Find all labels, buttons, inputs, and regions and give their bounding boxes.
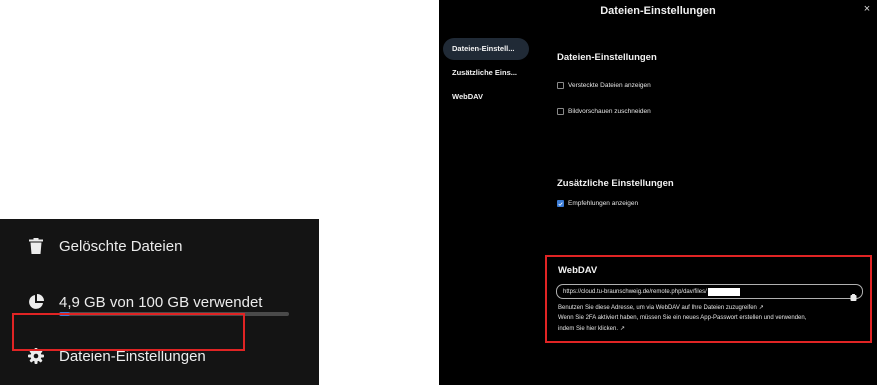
- trash-icon: [27, 237, 45, 255]
- show-hidden-files-checkbox[interactable]: [557, 82, 564, 89]
- show-hidden-files-label: Versteckte Dateien anzeigen: [568, 82, 651, 89]
- additional-settings-heading: Zusätzliche Einstellungen: [557, 178, 674, 189]
- dialog-title: Dateien-Einstellungen: [600, 5, 716, 17]
- dialog-nav-files-settings[interactable]: Dateien-Einstell...: [443, 38, 529, 60]
- webdav-app-password-link[interactable]: indem Sie hier klicken.: [558, 326, 618, 332]
- files-settings-heading: Dateien-Einstellungen: [557, 52, 657, 63]
- storage-quota-fill: [59, 312, 71, 316]
- deleted-files-item[interactable]: Gelöschte Dateien: [0, 228, 319, 264]
- webdav-hint-line: Benutzen Sie diese Adresse, um via WebDA…: [558, 304, 764, 311]
- show-recommendations-checkbox[interactable]: [557, 200, 564, 207]
- dialog-nav-additional-settings[interactable]: Zusätzliche Eins...: [443, 62, 529, 84]
- storage-quota-label: 4,9 GB von 100 GB verwendet: [59, 293, 263, 311]
- gear-icon: [27, 347, 45, 365]
- dialog-nav-webdav[interactable]: WebDAV: [443, 86, 529, 108]
- clipboard-icon[interactable]: [850, 288, 857, 301]
- external-link-icon[interactable]: ↗: [759, 305, 764, 311]
- storage-quota-bar: [59, 312, 289, 316]
- redacted-username: [707, 287, 740, 296]
- show-recommendations-option[interactable]: Empfehlungen anzeigen: [557, 200, 638, 207]
- files-settings-dialog: Dateien-Einstellungen × Dateien-Einstell…: [439, 0, 877, 385]
- external-link-icon[interactable]: ↗: [620, 326, 625, 332]
- crop-previews-option[interactable]: Bildvorschauen zuschneiden: [557, 108, 651, 115]
- webdav-hint-text: Benutzen Sie diese Adresse, um via WebDA…: [558, 305, 757, 311]
- webdav-heading: WebDAV: [558, 265, 598, 276]
- webdav-app-password-link-line[interactable]: indem Sie hier klicken. ↗: [558, 325, 625, 332]
- checkmark-icon: [558, 201, 563, 206]
- show-hidden-files-option[interactable]: Versteckte Dateien anzeigen: [557, 82, 651, 89]
- pie-chart-icon: [27, 293, 45, 311]
- dialog-navigation: Dateien-Einstell... Zusätzliche Eins... …: [439, 30, 538, 385]
- files-settings-item[interactable]: Dateien-Einstellungen: [0, 338, 319, 374]
- webdav-url-field[interactable]: https://cloud.tu-braunschweig.de/remote.…: [556, 284, 863, 301]
- webdav-url-text: https://cloud.tu-braunschweig.de/remote.…: [563, 288, 707, 295]
- webdav-2fa-hint-line: Wenn Sie 2FA aktiviert haben, müssen Sie…: [558, 315, 807, 321]
- crop-previews-label: Bildvorschauen zuschneiden: [568, 108, 651, 115]
- files-settings-label: Dateien-Einstellungen: [59, 347, 206, 365]
- webdav-section: WebDAV https://cloud.tu-braunschweig.de/…: [545, 255, 872, 343]
- show-recommendations-label: Empfehlungen anzeigen: [568, 200, 639, 207]
- files-sidebar-footer: Gelöschte Dateien 4,9 GB von 100 GB verw…: [0, 219, 319, 385]
- deleted-files-label: Gelöschte Dateien: [59, 237, 183, 255]
- crop-previews-checkbox[interactable]: [557, 108, 564, 115]
- close-icon[interactable]: ×: [861, 3, 873, 15]
